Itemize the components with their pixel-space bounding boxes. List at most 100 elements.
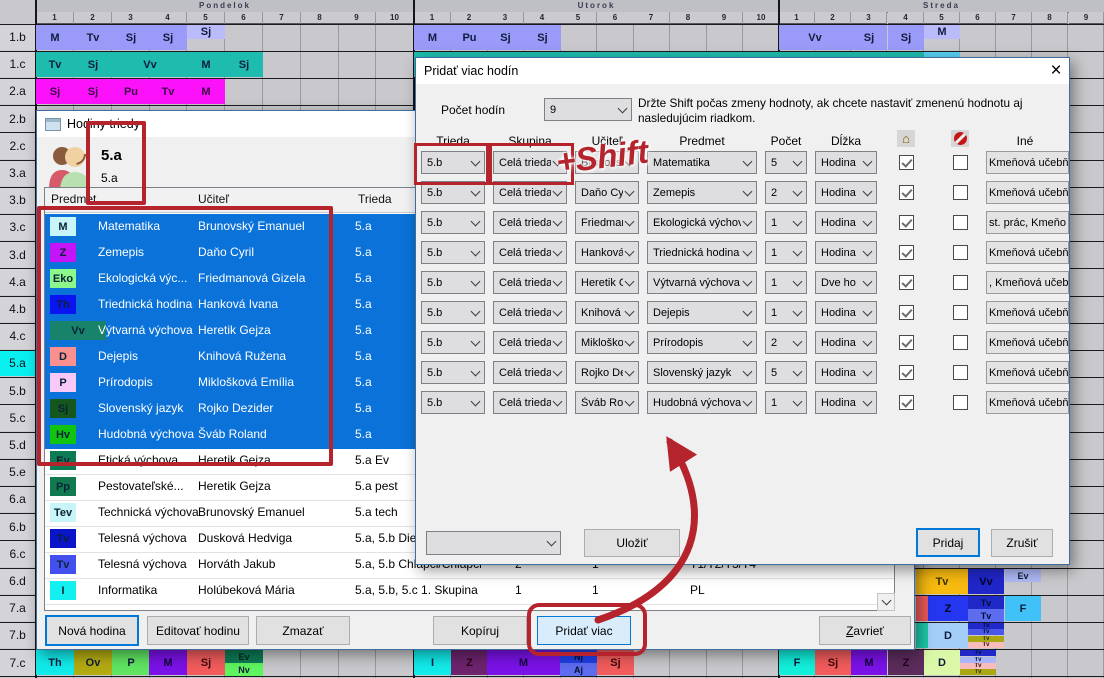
forbidden-checkbox[interactable]: [953, 335, 968, 350]
timetable-cell[interactable]: Nv: [225, 663, 263, 676]
forbidden-checkbox[interactable]: [953, 215, 968, 230]
timetable-cell[interactable]: M: [36, 25, 74, 50]
timetable-cell[interactable]: Pu: [112, 79, 150, 104]
row-label-5.d[interactable]: 5.d: [0, 432, 36, 458]
timetable-cell[interactable]: M: [187, 52, 225, 77]
row-group-dropdown[interactable]: Celá trieda: [493, 331, 567, 354]
new-lesson-button[interactable]: Nová hodina: [45, 615, 139, 646]
row-length-dropdown[interactable]: Hodina: [815, 241, 877, 264]
row-count-dropdown[interactable]: 1: [765, 241, 807, 264]
row-teacher-dropdown[interactable]: Rojko Dez: [575, 361, 639, 384]
period-number[interactable]: 7: [263, 12, 301, 24]
period-number[interactable]: 1: [414, 12, 451, 24]
row-count-dropdown[interactable]: 5: [765, 151, 807, 174]
timetable-cell[interactable]: Sj: [225, 52, 263, 77]
period-number[interactable]: 9: [1069, 12, 1104, 24]
timetable-cell[interactable]: Sj: [524, 25, 561, 50]
timetable-cell[interactable]: Tv: [960, 650, 996, 656]
row-label-6.c[interactable]: 6.c: [0, 541, 36, 567]
period-number[interactable]: 5: [187, 12, 225, 24]
period-number[interactable]: 6: [597, 12, 634, 24]
row-group-dropdown[interactable]: Celá trieda: [493, 271, 567, 294]
row-class-dropdown[interactable]: 5.b: [421, 361, 485, 384]
row-label-7.b[interactable]: 7.b: [0, 622, 36, 648]
row-label-4.b[interactable]: 4.b: [0, 296, 36, 322]
forbidden-checkbox[interactable]: [953, 305, 968, 320]
delete-button[interactable]: Zmazať: [256, 616, 350, 645]
row-group-dropdown[interactable]: Celá trieda: [493, 211, 567, 234]
timetable-cell[interactable]: Sj: [74, 52, 112, 77]
row-class-dropdown[interactable]: 5.b: [421, 271, 485, 294]
timetable-cell[interactable]: M: [149, 650, 187, 675]
row-class-dropdown[interactable]: 5.b: [421, 391, 485, 414]
row-subject-dropdown[interactable]: Triednická hodina: [647, 241, 757, 264]
timetable-cell[interactable]: [916, 596, 928, 621]
row-length-dropdown[interactable]: Hodina: [815, 391, 877, 414]
timetable-cell[interactable]: Tv: [74, 25, 112, 50]
row-label-3.b[interactable]: 3.b: [0, 187, 36, 213]
copy-button[interactable]: Kopíruj: [433, 616, 527, 645]
forbidden-checkbox[interactable]: [953, 275, 968, 290]
row-label-5.a[interactable]: 5.a: [0, 350, 36, 376]
timetable-cell[interactable]: Sj: [36, 79, 74, 104]
period-number[interactable]: 7: [996, 12, 1032, 24]
row-count-dropdown[interactable]: 1: [765, 301, 807, 324]
timetable-cell[interactable]: [916, 623, 928, 648]
row-label-3.d[interactable]: 3.d: [0, 242, 36, 268]
column-header-ucitel[interactable]: Učiteľ: [198, 192, 229, 206]
row-other-button[interactable]: Kmeňová učebňa: [986, 151, 1069, 174]
timetable-cell[interactable]: Tv: [36, 52, 74, 77]
home-classroom-checkbox[interactable]: [899, 395, 914, 410]
row-label-1.b[interactable]: 1.b: [0, 24, 36, 50]
period-number[interactable]: 8: [301, 12, 339, 24]
row-subject-dropdown[interactable]: Zemepis: [647, 181, 757, 204]
timetable-cell[interactable]: M: [187, 79, 225, 104]
home-classroom-checkbox[interactable]: [899, 155, 914, 170]
row-length-dropdown[interactable]: Hodina: [815, 361, 877, 384]
timetable-cell[interactable]: M: [851, 650, 887, 675]
timetable-cell[interactable]: Sj: [815, 650, 851, 675]
timetable-cell[interactable]: F: [779, 650, 815, 675]
column-header-trieda[interactable]: Trieda: [358, 192, 392, 206]
row-class-dropdown[interactable]: 5.b: [421, 241, 485, 264]
timetable-cell[interactable]: Ov: [74, 650, 112, 675]
cancel-button[interactable]: Zrušiť: [991, 529, 1053, 557]
timetable-cell[interactable]: Sj: [187, 650, 225, 675]
row-label-6.d[interactable]: 6.d: [0, 568, 36, 594]
row-count-dropdown[interactable]: 1: [765, 391, 807, 414]
timetable-cell[interactable]: Vv: [968, 569, 1004, 594]
timetable-cell[interactable]: Aj: [560, 663, 597, 676]
row-label-4.a[interactable]: 4.a: [0, 269, 36, 295]
timetable-cell[interactable]: Vv: [779, 25, 851, 50]
forbidden-checkbox[interactable]: [953, 155, 968, 170]
edit-lesson-button[interactable]: Editovať hodinu: [147, 616, 249, 645]
row-teacher-dropdown[interactable]: Friedmanc: [575, 211, 639, 234]
row-teacher-dropdown[interactable]: Heretik Ge: [575, 271, 639, 294]
period-number[interactable]: 2: [815, 12, 851, 24]
timetable-cell[interactable]: Z: [928, 596, 968, 621]
row-other-button[interactable]: Kmeňová učebňa: [986, 181, 1069, 204]
row-class-dropdown[interactable]: 5.b: [421, 301, 485, 324]
period-number[interactable]: 2: [74, 12, 112, 24]
row-teacher-dropdown[interactable]: Hanková I: [575, 241, 639, 264]
row-subject-dropdown[interactable]: Dejepis: [647, 301, 757, 324]
scrollbar-down-button[interactable]: [877, 593, 895, 611]
home-classroom-checkbox[interactable]: [899, 335, 914, 350]
row-subject-dropdown[interactable]: Slovenský jazyk: [647, 361, 757, 384]
timetable-cell[interactable]: D: [924, 650, 960, 675]
period-number[interactable]: 3: [851, 12, 887, 24]
home-classroom-checkbox[interactable]: [899, 305, 914, 320]
home-classroom-checkbox[interactable]: [899, 185, 914, 200]
timetable-cell[interactable]: Pu: [451, 25, 488, 50]
row-class-dropdown[interactable]: 5.b: [421, 211, 485, 234]
timetable-cell[interactable]: Ev: [1005, 569, 1041, 582]
row-label-5.c[interactable]: 5.c: [0, 405, 36, 431]
period-number[interactable]: 1: [36, 12, 74, 24]
period-number[interactable]: 9: [706, 12, 743, 24]
row-label-3.c[interactable]: 3.c: [0, 214, 36, 240]
row-length-dropdown[interactable]: Hodina: [815, 181, 877, 204]
timetable-cell[interactable]: Sj: [888, 25, 924, 50]
row-label-5.e[interactable]: 5.e: [0, 459, 36, 485]
period-number[interactable]: 3: [112, 12, 150, 24]
row-count-dropdown[interactable]: 1: [765, 271, 807, 294]
